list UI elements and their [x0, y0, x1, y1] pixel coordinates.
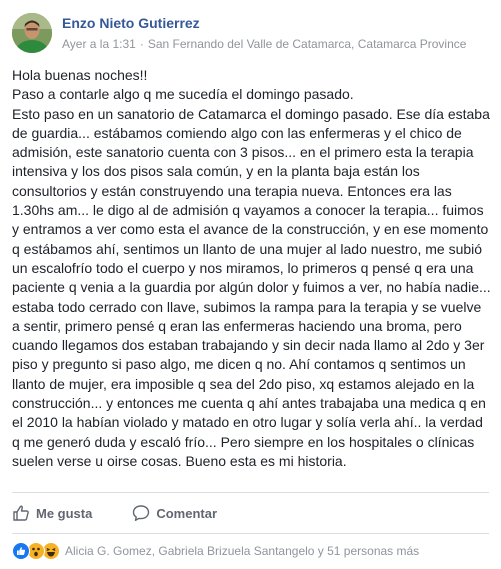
post-paragraph: Hola buenas noches!! [12, 67, 148, 83]
action-bar: Me gusta Comentar [12, 498, 257, 528]
post-timestamp[interactable]: Ayer a la 1:31 [62, 37, 136, 51]
post-card: Enzo Nieto Gutierrez Ayer a la 1:31 · San … [0, 0, 501, 569]
divider [12, 492, 489, 493]
reactions-row[interactable]: Alicia G. Gomez, Gabriela Brizuela Santa… [12, 541, 419, 561]
thumbs-up-icon [13, 505, 29, 521]
author-name[interactable]: Enzo Nieto Gutierrez [62, 14, 466, 32]
avatar-photo-icon [12, 13, 52, 53]
like-label: Me gusta [36, 505, 93, 521]
avatar[interactable] [12, 13, 52, 53]
post-subline: Ayer a la 1:31 · San Fernando del Valle de… [62, 36, 466, 52]
comment-label: Comentar [156, 505, 218, 521]
post-paragraph: Paso a contarle algo q me sucedía el dom… [12, 86, 354, 103]
post-paragraph: Esto paso en un sanatorio de Catamarca e… [12, 105, 491, 469]
post-meta: Enzo Nieto Gutierrez Ayer a la 1:31 · San … [62, 14, 466, 52]
separator-dot: · [139, 37, 144, 51]
like-icon [12, 542, 30, 560]
post-location[interactable]: San Fernando del Valle de Catamarca, Cat… [148, 37, 467, 51]
divider [12, 533, 489, 534]
post-text: Hola buenas noches!! Paso a contarle alg… [12, 66, 492, 471]
post-header: Enzo Nieto Gutierrez Ayer a la 1:31 · San … [12, 11, 466, 55]
reactions-summary[interactable]: Alicia G. Gomez, Gabriela Brizuela Santa… [65, 544, 419, 558]
like-button[interactable]: Me gusta [12, 504, 92, 522]
comment-icon [133, 505, 150, 521]
comment-button[interactable]: Comentar [132, 504, 217, 522]
